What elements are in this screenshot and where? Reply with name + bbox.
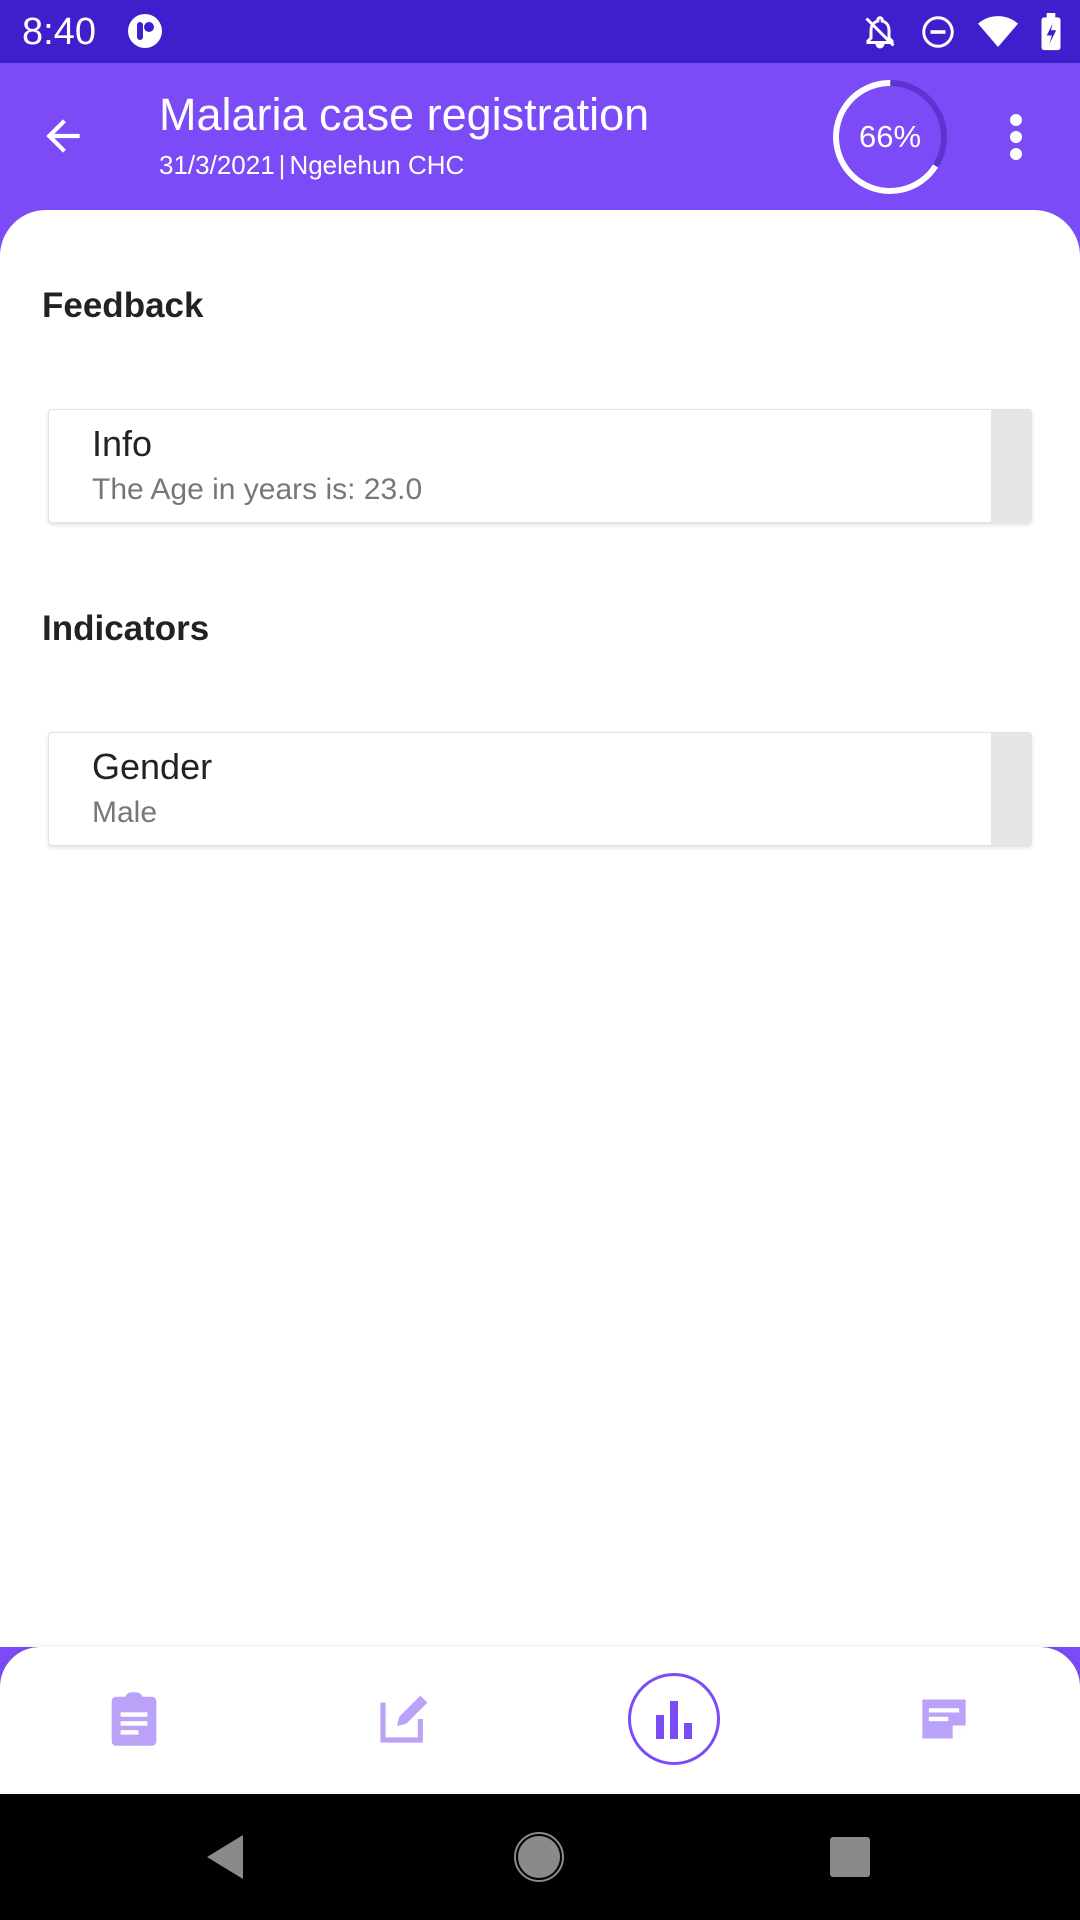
bottom-navigation bbox=[0, 1647, 1080, 1794]
more-vert-icon bbox=[1010, 114, 1022, 160]
clipboard-icon bbox=[111, 1692, 157, 1746]
wifi-icon bbox=[978, 15, 1018, 49]
system-recents-button[interactable] bbox=[817, 1824, 883, 1890]
progress-label: 66% bbox=[858, 119, 922, 154]
bar-chart-icon bbox=[656, 1701, 692, 1739]
nav-analytics[interactable] bbox=[628, 1673, 720, 1765]
section-title-indicators: Indicators bbox=[42, 609, 210, 648]
system-navigation-bar bbox=[0, 1794, 1080, 1920]
completion-progress: 66% bbox=[832, 79, 948, 195]
do-not-disturb-icon bbox=[920, 14, 956, 50]
square-recents-icon bbox=[830, 1837, 870, 1877]
back-button[interactable] bbox=[30, 103, 96, 169]
feedback-card: Info The Age in years is: 23.0 bbox=[48, 409, 1032, 523]
arrow-back-icon bbox=[46, 119, 80, 153]
card-color-strip bbox=[991, 410, 1031, 522]
status-time: 8:40 bbox=[22, 11, 96, 53]
card-value: The Age in years is: 23.0 bbox=[92, 473, 423, 506]
section-title-feedback: Feedback bbox=[42, 286, 204, 325]
status-icons bbox=[862, 12, 1062, 52]
page-title: Malaria case registration bbox=[159, 89, 650, 140]
more-options-button[interactable] bbox=[990, 99, 1042, 175]
card-color-strip bbox=[991, 733, 1031, 845]
triangle-back-icon bbox=[207, 1835, 243, 1879]
screen: 8:40 Malaria case registration 31/3/2021… bbox=[0, 0, 1080, 1920]
card-label: Info bbox=[92, 423, 153, 464]
system-home-button[interactable] bbox=[506, 1824, 572, 1890]
nav-details[interactable] bbox=[88, 1673, 180, 1765]
nav-notes[interactable] bbox=[898, 1673, 990, 1765]
subtitle-separator: | bbox=[278, 150, 286, 180]
edit-icon bbox=[380, 1695, 428, 1743]
circle-home-icon bbox=[514, 1832, 564, 1882]
org-unit: Ngelehun CHC bbox=[289, 150, 465, 180]
indicator-card: Gender Male bbox=[48, 732, 1032, 846]
event-date: 31/3/2021 bbox=[159, 150, 275, 180]
system-back-button[interactable] bbox=[192, 1824, 258, 1890]
content-sheet: Feedback Info The Age in years is: 23.0 … bbox=[0, 210, 1080, 1647]
nav-data-entry[interactable] bbox=[358, 1673, 450, 1765]
notifications-off-icon bbox=[862, 14, 898, 50]
notes-icon bbox=[922, 1699, 966, 1739]
card-value: Male bbox=[92, 796, 158, 829]
toolbar: Malaria case registration 31/3/2021 | Ngel… bbox=[0, 63, 1080, 210]
card-label: Gender bbox=[92, 746, 213, 787]
app-notification-icon bbox=[126, 12, 164, 50]
status-bar: 8:40 bbox=[0, 0, 1080, 63]
battery-charging-icon bbox=[1040, 13, 1062, 51]
page-subtitle: 31/3/2021 | Ngelehun CHC bbox=[159, 149, 464, 181]
